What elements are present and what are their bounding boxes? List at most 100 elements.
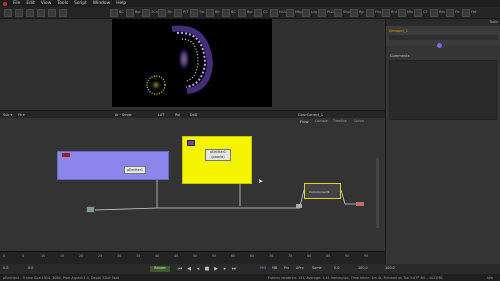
tool-label: CC [263,10,268,14]
ruler-tick-label: 0 [3,254,6,258]
status-mode: Idle [487,275,494,280]
tool-icon[interactable] [142,9,150,17]
play-icon[interactable]: ▶ [213,266,219,272]
tool-icon[interactable] [350,9,358,17]
tool-icon[interactable] [190,9,198,17]
comments-field[interactable] [389,60,497,120]
viewer-name: ColorCorrect_1 [298,112,324,117]
tool-icon[interactable] [430,9,438,17]
go-to-start-icon[interactable]: ⏮ [177,266,183,272]
time-ruler[interactable]: 0 5 10 15 20 25 30 35 40 45 50 55 60 65 70 75 80 85 90 95 [0,251,385,264]
zoom-dropdown[interactable]: Sub ▾ [3,113,12,117]
prx-toggle[interactable]: Prx [284,266,289,270]
play-reverse-icon[interactable]: ◂ [195,266,201,272]
menu-help[interactable]: Help [116,1,126,6]
tool-icon[interactable] [318,9,326,17]
global-end-field[interactable]: 100.0 [385,266,395,270]
quick-tool-icon[interactable] [4,9,12,17]
tool-icon[interactable] [382,9,390,17]
tool-icon[interactable] [222,9,230,17]
lut-button[interactable]: LUT [158,113,164,117]
info-icon[interactable] [437,43,442,48]
fit-dropdown[interactable]: Fit ▾ [18,113,25,117]
roi-button[interactable]: RoI [175,113,180,117]
menu-script[interactable]: Script [74,1,87,6]
hiq-toggle[interactable]: HiQ [260,266,266,270]
tool-icon[interactable] [238,9,246,17]
inspector-buttons[interactable] [389,35,498,40]
go-to-end-icon[interactable]: ⏭ [231,266,237,272]
tool-icon[interactable] [286,9,294,17]
tool-icon[interactable] [462,9,470,17]
menu-edit[interactable]: Edit [26,1,35,6]
saver-node[interactable] [356,202,364,206]
tool-icon[interactable] [446,9,454,17]
tool-icon[interactable] [174,9,182,17]
tool-icon[interactable] [302,9,310,17]
render-start-field[interactable]: 0.0 [28,266,33,270]
color-correct-label: ColorCorrect1 [309,190,330,194]
tool-icon[interactable] [414,9,422,17]
ruler-tick-label: 65 [250,254,255,258]
ruler-tick-label: 90 [345,254,350,258]
step-forward-icon[interactable]: ▸ [222,266,228,272]
vertical-scrollbar[interactable] [376,158,379,228]
pemitter-node[interactable]: pEmitter1 [124,166,146,174]
dod-button[interactable]: DoD [190,113,197,117]
tool-icon[interactable] [366,9,374,17]
menu-file[interactable]: File [13,1,20,6]
step-back-icon[interactable]: ◀ [186,266,192,272]
some-toggle[interactable]: Some [312,266,322,270]
tool-label: Fet [471,10,477,14]
tool-icon[interactable] [126,9,134,17]
particle-render [146,25,214,95]
tool-label: Lvg [311,10,318,14]
quick-tool-icon[interactable] [48,9,56,17]
quick-tool-icon[interactable] [26,9,34,17]
current-time-field[interactable]: 0.0 [334,266,339,270]
aprx-toggle[interactable]: APrx [296,266,304,270]
tool-label: PIT [183,10,189,14]
tool-icon[interactable] [270,9,278,17]
render-end-field[interactable]: 100.0 [358,266,368,270]
mb-toggle[interactable]: MB [272,266,277,270]
stop-icon[interactable]: ■ [204,266,210,272]
tool-label: Rnt [391,10,398,14]
tool-icon[interactable] [254,9,262,17]
tool-icon[interactable] [110,9,118,17]
cc-dropdown[interactable]: Ar · Smde [115,113,132,117]
flow-editor[interactable]: Flow Console Timeline Spline pEmitter1 p… [0,118,385,251]
status-left: pEmitter2 - Frame Size 1920, 1080, Pixel… [3,275,120,280]
ruler-tick-label: 55 [212,254,217,258]
tool-label: Txt [199,10,205,14]
tab-tools[interactable]: Tools [489,20,498,24]
viewer-toolbar: Sub ▾ Fit ▾ Ar · Smde LUT RoI DoD ColorC… [0,110,385,118]
menu-view[interactable]: View [41,1,51,6]
quick-tool-icon[interactable] [37,9,45,17]
ruler-tick-label: 40 [155,254,160,258]
color-correct-node[interactable]: ColorCorrect1 [304,183,341,199]
tool-icon[interactable] [334,9,342,17]
menu-tools[interactable]: Tools [57,1,68,6]
global-start-field[interactable]: 0.0 [3,266,8,270]
tool-icon[interactable] [206,9,214,17]
group-node-blue[interactable]: pEmitter1 [57,151,169,180]
loader-node[interactable] [86,206,95,213]
tool-label: Ftr [455,10,460,14]
ruler-tick-label: 85 [326,254,331,258]
tool-label: Bol [135,10,141,14]
tool-icon[interactable] [398,9,406,17]
quick-tool-icon[interactable] [15,9,23,17]
pemitter-node-yellow[interactable]: pEmitter1 (pbodie) [205,149,231,161]
merge-node[interactable] [296,204,302,208]
viewer-image[interactable] [112,19,272,107]
tool-label: Fhg [375,10,382,14]
quick-tool-icon[interactable] [59,9,67,17]
inspector-panel: Tools Groupcl_1 Comments [385,19,500,264]
render-button[interactable]: Render [150,266,170,272]
ruler-tick-label: 35 [136,254,141,258]
fusion-logo-icon [3,1,7,6]
group-node-yellow[interactable]: pEmitter1 (pbodie) [182,136,252,184]
menu-window[interactable]: Window [93,1,110,6]
tool-icon[interactable] [158,9,166,17]
